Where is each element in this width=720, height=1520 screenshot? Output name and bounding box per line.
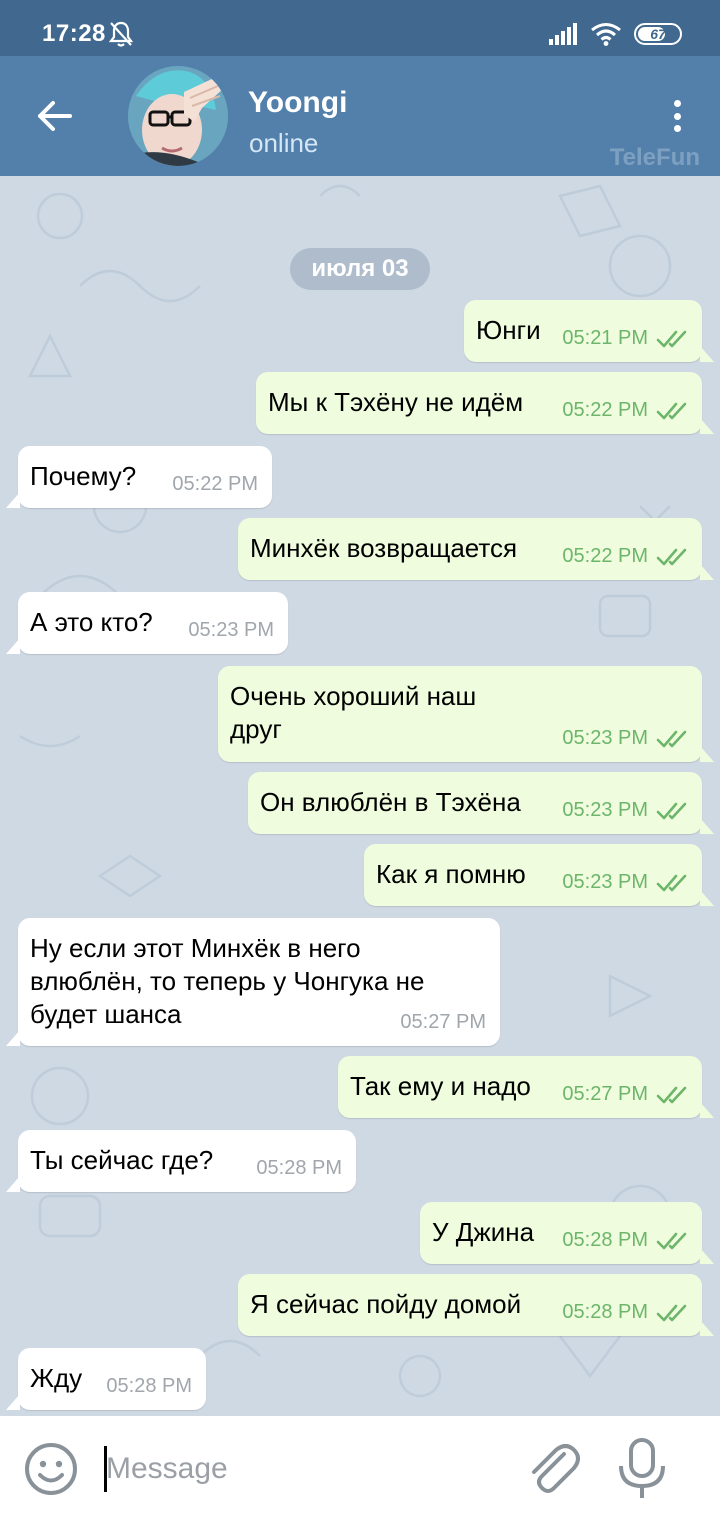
message-text: Ну если этот Минхёк в него влюблён, то т… bbox=[30, 933, 425, 1029]
double-check-icon bbox=[656, 874, 687, 892]
dot-icon bbox=[673, 112, 681, 120]
message-text: Почему? bbox=[30, 461, 137, 491]
outgoing-message[interactable]: Мы к Тэхёну не идём 05:22 PM bbox=[256, 372, 714, 434]
message-text: Так ему и надо bbox=[350, 1071, 531, 1101]
paperclip-icon[interactable] bbox=[524, 1440, 582, 1498]
dot-icon bbox=[673, 100, 681, 107]
message-time: 05:22 PM bbox=[562, 399, 648, 421]
message-text: У Джина bbox=[432, 1217, 535, 1247]
double-check-icon bbox=[656, 1232, 687, 1250]
double-check-icon bbox=[656, 1304, 687, 1322]
signal-icon bbox=[549, 23, 577, 45]
double-check-icon bbox=[656, 802, 687, 820]
message-input[interactable] bbox=[106, 1446, 506, 1492]
message-time: 05:28 PM bbox=[106, 1375, 192, 1397]
message-time: 05:23 PM bbox=[562, 727, 648, 749]
contact-status: online bbox=[249, 128, 319, 158]
message-text: Ты сейчас где? bbox=[30, 1145, 214, 1175]
avatar[interactable] bbox=[128, 66, 228, 166]
watermark: TeleFun bbox=[609, 144, 700, 171]
message-text: Очень хороший наш друг bbox=[230, 681, 477, 744]
chat-header: Yoongi online TeleFun bbox=[0, 56, 720, 176]
bell-off-icon bbox=[108, 21, 134, 47]
message-time: 05:22 PM bbox=[172, 473, 258, 495]
message-text: Мы к Тэхёну не идём bbox=[268, 387, 524, 417]
incoming-message[interactable]: Ты сейчас где? 05:28 PM bbox=[6, 1130, 356, 1192]
double-check-icon bbox=[656, 330, 687, 348]
outgoing-message[interactable]: У Джина 05:28 PM bbox=[420, 1202, 714, 1264]
microphone-icon[interactable] bbox=[616, 1438, 668, 1500]
message-text: А это кто? bbox=[30, 607, 153, 637]
message-time: 05:28 PM bbox=[562, 1229, 648, 1251]
message-time: 05:23 PM bbox=[562, 799, 648, 821]
incoming-message[interactable]: Жду 05:28 PM bbox=[6, 1348, 206, 1410]
incoming-message[interactable]: Ну если этот Минхёк в него влюблён, то т… bbox=[6, 918, 500, 1046]
message-text: Жду bbox=[30, 1363, 83, 1393]
message-text: Я сейчас пойду домой bbox=[250, 1289, 522, 1319]
status-bar: 17:28 67 bbox=[0, 0, 720, 56]
double-check-icon bbox=[656, 402, 687, 420]
message-time: 05:28 PM bbox=[562, 1301, 648, 1323]
avatar-photo bbox=[128, 66, 228, 166]
message-text: Он влюблён в Тэхёна bbox=[260, 787, 521, 817]
outgoing-message[interactable]: Юнги 05:21 PM bbox=[464, 300, 714, 362]
incoming-message[interactable]: А это кто? 05:23 PM bbox=[6, 592, 288, 654]
more-menu-button[interactable] bbox=[662, 96, 692, 136]
message-time: 05:28 PM bbox=[256, 1157, 342, 1179]
date-separator: июля 03 bbox=[290, 248, 430, 290]
double-check-icon bbox=[656, 730, 687, 748]
chat-area[interactable]: июля 03 Юнги 05:21 PM Мы к Тэхёну не идём 0… bbox=[0, 176, 720, 1416]
arrow-left-icon bbox=[38, 101, 72, 131]
message-text: Минхёк возвращается bbox=[250, 533, 518, 563]
double-check-icon bbox=[656, 1086, 687, 1104]
double-check-icon bbox=[656, 548, 687, 566]
message-time: 05:23 PM bbox=[562, 871, 648, 893]
message-text: Как я помню bbox=[376, 859, 526, 889]
dot-icon bbox=[673, 125, 681, 132]
status-time: 17:28 bbox=[42, 20, 106, 47]
incoming-message[interactable]: Почему? 05:22 PM bbox=[6, 446, 272, 508]
message-input-bar bbox=[0, 1416, 720, 1520]
message-time: 05:21 PM bbox=[562, 327, 648, 349]
message-time: 05:23 PM bbox=[188, 619, 274, 641]
message-text: Юнги bbox=[476, 315, 541, 345]
battery-level: 67 bbox=[650, 26, 666, 42]
outgoing-message[interactable]: Я сейчас пойду домой 05:28 PM bbox=[238, 1274, 714, 1336]
outgoing-message[interactable]: Очень хороший наш друг 05:23 PM bbox=[218, 666, 714, 762]
message-time: 05:27 PM bbox=[562, 1083, 648, 1105]
battery-indicator: 67 bbox=[634, 23, 682, 45]
contact-name[interactable]: Yoongi bbox=[248, 86, 347, 120]
outgoing-message[interactable]: Минхёк возвращается 05:22 PM bbox=[238, 518, 714, 580]
outgoing-message[interactable]: Он влюблён в Тэхёна 05:23 PM bbox=[248, 772, 714, 834]
back-button[interactable] bbox=[22, 92, 86, 140]
status-indicators: 67 bbox=[548, 22, 682, 46]
outgoing-message[interactable]: Так ему и надо 05:27 PM bbox=[338, 1056, 714, 1118]
message-time: 05:22 PM bbox=[562, 545, 648, 567]
wifi-icon bbox=[591, 23, 621, 46]
message-time: 05:27 PM bbox=[400, 1011, 486, 1033]
outgoing-message[interactable]: Как я помню 05:23 PM bbox=[364, 844, 714, 906]
emoji-icon[interactable] bbox=[24, 1442, 78, 1496]
